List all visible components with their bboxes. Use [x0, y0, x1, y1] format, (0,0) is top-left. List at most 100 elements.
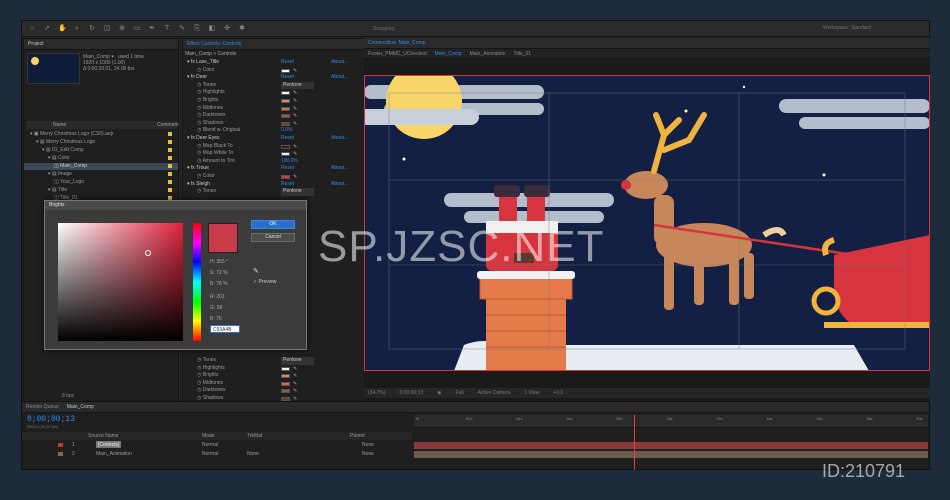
about-link[interactable]: About...: [331, 165, 348, 173]
color-swatch[interactable]: [281, 152, 290, 157]
col-source-name[interactable]: Source Name: [88, 432, 119, 440]
project-search-bar[interactable]: Name Comment: [27, 121, 179, 129]
tab-title-01[interactable]: Title_01: [513, 51, 531, 57]
project-item[interactable]: ▾ ▤ Title: [24, 187, 178, 194]
tab-main-comp[interactable]: Main_Comp: [435, 51, 462, 57]
tab-composition[interactable]: Composition: Main_Comp: [368, 40, 426, 46]
project-item-selected[interactable]: ◫ Main_Comp: [24, 163, 178, 170]
playhead[interactable]: [634, 415, 635, 470]
color-swatch[interactable]: [281, 68, 290, 73]
preview-checkbox[interactable]: ✓ Preview: [253, 279, 276, 285]
effect-property-row[interactable]: ◷ Shadows ✎: [183, 120, 364, 128]
color-swatch[interactable]: [281, 106, 290, 111]
layer-bar-controls[interactable]: [414, 442, 928, 449]
effect-property-row[interactable]: ◷ Midtones ✎: [183, 105, 364, 113]
field-green[interactable]: G: 58: [210, 305, 222, 312]
color-swatch[interactable]: [281, 381, 290, 386]
puppet-tool-icon[interactable]: ✱: [238, 25, 246, 33]
ok-button[interactable]: OK: [251, 220, 295, 229]
about-link[interactable]: About...: [331, 135, 348, 143]
view-layout-dropdown[interactable]: 1 View: [524, 390, 539, 396]
hex-input[interactable]: C93A4B: [210, 325, 240, 333]
effect-property-row[interactable]: ◷ Tones Pentone: [183, 188, 364, 196]
reset-link[interactable]: Reset: [281, 165, 294, 173]
camera-snapshot-icon[interactable]: ◉: [437, 390, 441, 396]
color-swatch[interactable]: [281, 175, 290, 179]
color-swatch[interactable]: [281, 389, 290, 394]
color-swatch[interactable]: [281, 121, 290, 126]
effect-property-row[interactable]: ◷ Darktones ✎: [183, 387, 364, 395]
effect-property-row[interactable]: ◷ Brights ✎: [183, 97, 364, 105]
exposure-value[interactable]: +0.0: [553, 390, 563, 396]
effect-property-row[interactable]: ◷ Map Black To ✎: [183, 143, 364, 151]
tab-project[interactable]: Project: [28, 41, 44, 47]
col-trkmat[interactable]: TrkMat: [247, 432, 262, 440]
layer-row[interactable]: 1 [Controls] Normal None: [22, 441, 412, 449]
color-swatch[interactable]: [281, 99, 290, 103]
effect-property-row[interactable]: ◷ Amount to Tint 100.0%: [183, 158, 364, 166]
reset-link[interactable]: Reset: [281, 135, 294, 143]
about-link[interactable]: About...: [331, 59, 348, 67]
project-item[interactable]: ▾ ▣ Merry Christmas Logo (CS6).aep: [24, 131, 178, 138]
color-swatch[interactable]: [281, 374, 290, 379]
layer-label-color[interactable]: [58, 452, 63, 456]
effect-property-row[interactable]: ◷ Color ✎: [183, 173, 364, 181]
color-cursor[interactable]: [145, 250, 151, 256]
resolution-dropdown[interactable]: Full: [456, 390, 464, 396]
eraser-tool-icon[interactable]: ◧: [208, 25, 216, 33]
project-col-name[interactable]: Name: [53, 121, 66, 129]
tab-render-queue[interactable]: Render Queue: [26, 404, 59, 410]
roto-tool-icon[interactable]: ✣: [223, 25, 231, 33]
project-col-comment[interactable]: Comment: [157, 121, 179, 129]
effect-property-row[interactable]: ◷ Highlights ✎: [183, 365, 364, 373]
field-hue[interactable]: H: 355 °: [210, 259, 228, 266]
project-item[interactable]: ▾ ▤ Image: [24, 171, 178, 178]
hue-slider[interactable]: [193, 223, 201, 341]
col-parent[interactable]: Parent: [350, 432, 365, 440]
selection-tool-icon[interactable]: ➚: [43, 25, 51, 33]
effect-property-value[interactable]: Pentone: [281, 188, 314, 196]
effect-property-value[interactable]: 100.0%: [281, 158, 298, 166]
field-saturation[interactable]: S: 72 %: [210, 270, 228, 277]
reset-link[interactable]: Reset: [281, 59, 294, 67]
col-mode[interactable]: Mode: [202, 432, 215, 440]
effect-property-row[interactable]: ◷ Darktones ✎: [183, 112, 364, 120]
effect-property-value[interactable]: Pentone: [281, 81, 314, 90]
camera-tool-icon[interactable]: ◫: [103, 25, 111, 33]
color-swatch[interactable]: [281, 144, 290, 149]
reset-link[interactable]: Reset: [281, 181, 294, 189]
color-spectrum[interactable]: [58, 223, 183, 341]
tab-effect-controls[interactable]: Effect Controls: Controls: [187, 41, 241, 47]
about-link[interactable]: About...: [331, 181, 348, 189]
effect-property-value[interactable]: 0.0%: [281, 127, 292, 135]
effect-property-value[interactable]: Pentone: [281, 357, 314, 365]
effect-group-row[interactable]: ▾ fx Troue Reset About...: [183, 165, 364, 173]
layer-bar-main-animation[interactable]: [414, 451, 928, 458]
field-blue[interactable]: B: 75: [210, 316, 222, 323]
workspace-selector[interactable]: Workspace: Standard: [823, 25, 871, 31]
tab-main-comp-timeline[interactable]: Main_Comp: [67, 404, 94, 410]
bpc-label[interactable]: 8 bpc: [62, 393, 74, 399]
project-item[interactable]: ▾ ▤ Merry Christmas Logo: [24, 139, 178, 146]
effect-group-row[interactable]: ▾ fx Lase_Title Reset About...: [183, 59, 364, 67]
pen-tool-icon[interactable]: ✒: [148, 25, 156, 33]
color-swatch[interactable]: [281, 366, 290, 371]
project-item[interactable]: ▾ ▤ 01_Edit Comp: [24, 147, 178, 154]
project-item[interactable]: ◫ Your_Logo: [24, 179, 178, 186]
project-item[interactable]: ▾ ▤ Color: [24, 155, 178, 162]
effect-group-row[interactable]: ▾ fx Deer Reset About...: [183, 74, 364, 82]
effect-property-row[interactable]: ◷ Map White To ✎: [183, 150, 364, 158]
layer-row[interactable]: 2 Main_Animation Normal None None: [22, 450, 412, 458]
effect-property-row[interactable]: ◷ Tones Pentone: [183, 81, 364, 90]
field-brightness[interactable]: B: 78 %: [210, 281, 228, 288]
tab-main-animation[interactable]: Main_Animation: [470, 51, 506, 57]
home-icon[interactable]: ⌂: [28, 25, 36, 33]
about-link[interactable]: About...: [331, 74, 348, 82]
tab-footer[interactable]: Footer_PMMC_UChecked: [368, 51, 427, 57]
camera-dropdown[interactable]: Active Camera: [478, 390, 511, 396]
color-swatch[interactable]: [281, 91, 290, 96]
hand-tool-icon[interactable]: ✋: [58, 25, 67, 33]
pan-behind-tool-icon[interactable]: ⊕: [118, 25, 126, 33]
layer-label-color[interactable]: [58, 443, 63, 447]
brush-tool-icon[interactable]: ✎: [178, 25, 186, 33]
